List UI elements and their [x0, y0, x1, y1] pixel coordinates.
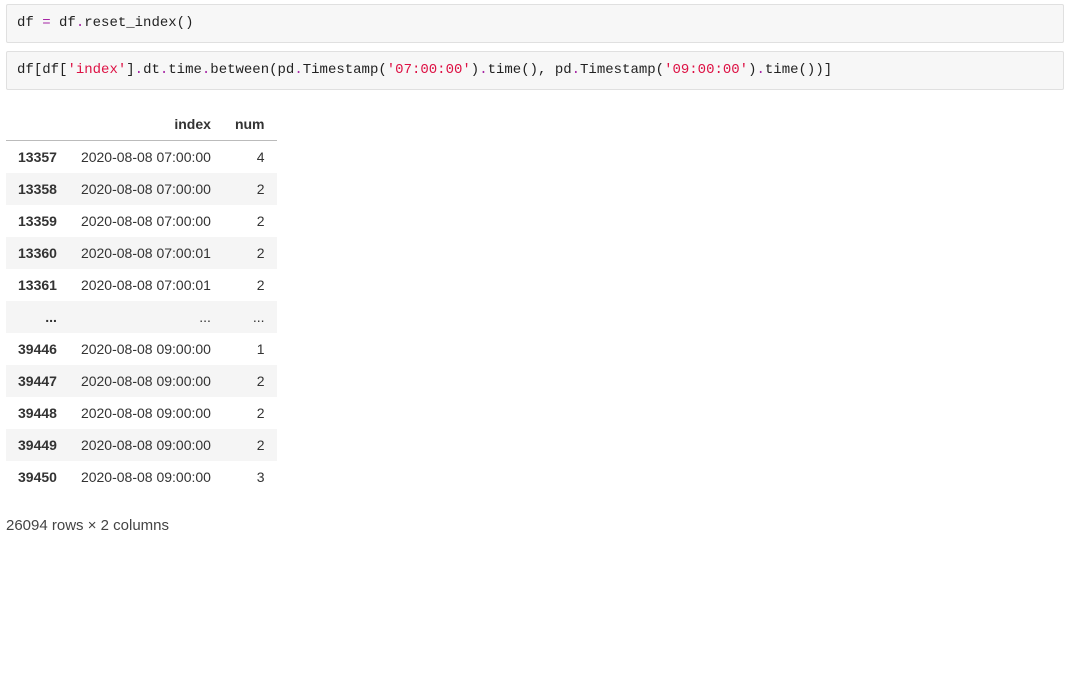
code-token: . — [572, 62, 580, 78]
cell-index: 2020-08-08 07:00:00 — [69, 173, 223, 205]
code-token: '07:00:00' — [387, 62, 471, 78]
cell-num: 2 — [223, 237, 277, 269]
code-token: 'index' — [67, 62, 126, 78]
row-index: 39450 — [6, 461, 69, 493]
cell-index: 2020-08-08 07:00:01 — [69, 269, 223, 301]
cell-index: 2020-08-08 07:00:00 — [69, 141, 223, 174]
code-token: ) — [815, 62, 823, 78]
table-row: 13358 2020-08-08 07:00:00 2 — [6, 173, 277, 205]
dataframe-shape-text: 26094 rows × 2 columns — [0, 503, 1070, 544]
code-token: time — [488, 62, 522, 78]
cell-index: 2020-08-08 09:00:00 — [69, 333, 223, 365]
code-token: between — [210, 62, 269, 78]
row-index: 39446 — [6, 333, 69, 365]
code-token: ( — [269, 62, 277, 78]
code-token: time — [168, 62, 202, 78]
code-token: . — [294, 62, 302, 78]
row-index: 39448 — [6, 397, 69, 429]
code-token: reset_index — [84, 15, 176, 31]
table-row: 13357 2020-08-08 07:00:00 4 — [6, 141, 277, 174]
code-token: df — [42, 62, 59, 78]
code-cell-2[interactable]: df[df['index'].dt.time.between(pd.Timest… — [6, 51, 1064, 90]
table-row: 39449 2020-08-08 09:00:00 2 — [6, 429, 277, 461]
code-token: ( — [799, 62, 807, 78]
row-index: 13358 — [6, 173, 69, 205]
code-token: df — [17, 15, 42, 31]
cell-index: 2020-08-08 07:00:00 — [69, 205, 223, 237]
dataframe-table: index num 13357 2020-08-08 07:00:00 4 13… — [6, 108, 277, 493]
code-token: df — [17, 62, 34, 78]
cell-index: 2020-08-08 09:00:00 — [69, 397, 223, 429]
code-token: , pd — [538, 62, 572, 78]
code-token: ( — [378, 62, 386, 78]
table-row: 39447 2020-08-08 09:00:00 2 — [6, 365, 277, 397]
table-header-blank — [6, 108, 69, 141]
code-token: df — [51, 15, 76, 31]
table-row-ellipsis: ... ... ... — [6, 301, 277, 333]
code-token: . — [135, 62, 143, 78]
table-row: 39446 2020-08-08 09:00:00 1 — [6, 333, 277, 365]
cell-num: 1 — [223, 333, 277, 365]
code-token: . — [76, 15, 84, 31]
code-token: ) — [530, 62, 538, 78]
cell-num: 4 — [223, 141, 277, 174]
code-token: . — [756, 62, 764, 78]
code-token: ( — [177, 15, 185, 31]
cell-index: 2020-08-08 07:00:01 — [69, 237, 223, 269]
cell-num: 2 — [223, 269, 277, 301]
code-token: . — [479, 62, 487, 78]
table-row: 13360 2020-08-08 07:00:01 2 — [6, 237, 277, 269]
cell-index: 2020-08-08 09:00:00 — [69, 461, 223, 493]
code-token: '09:00:00' — [664, 62, 748, 78]
table-row: 13359 2020-08-08 07:00:00 2 — [6, 205, 277, 237]
code-token: ] — [126, 62, 134, 78]
code-token: ] — [824, 62, 832, 78]
code-token: Timestamp — [303, 62, 379, 78]
code-token: ) — [471, 62, 479, 78]
code-token: = — [42, 15, 50, 31]
table-row: 13361 2020-08-08 07:00:01 2 — [6, 269, 277, 301]
cell-num: 2 — [223, 429, 277, 461]
row-index: 39447 — [6, 365, 69, 397]
cell-index: 2020-08-08 09:00:00 — [69, 429, 223, 461]
cell-index: 2020-08-08 09:00:00 — [69, 365, 223, 397]
table-header-index: index — [69, 108, 223, 141]
code-token: ( — [521, 62, 529, 78]
row-index: 13357 — [6, 141, 69, 174]
code-cell-1[interactable]: df = df.reset_index() — [6, 4, 1064, 43]
row-index: 13359 — [6, 205, 69, 237]
code-token: time — [765, 62, 799, 78]
cell-num: 2 — [223, 397, 277, 429]
cell-num: ... — [223, 301, 277, 333]
cell-index: ... — [69, 301, 223, 333]
cell-num: 3 — [223, 461, 277, 493]
code-token: dt — [143, 62, 160, 78]
cell-num: 2 — [223, 205, 277, 237]
code-token: [ — [34, 62, 42, 78]
code-token: pd — [278, 62, 295, 78]
code-token: Timestamp — [580, 62, 656, 78]
row-index: 13361 — [6, 269, 69, 301]
table-row: 39448 2020-08-08 09:00:00 2 — [6, 397, 277, 429]
row-index: 13360 — [6, 237, 69, 269]
output-area: index num 13357 2020-08-08 07:00:00 4 13… — [0, 98, 1070, 503]
table-header-num: num — [223, 108, 277, 141]
row-index: ... — [6, 301, 69, 333]
code-token: ( — [656, 62, 664, 78]
cell-num: 2 — [223, 173, 277, 205]
row-index: 39449 — [6, 429, 69, 461]
cell-num: 2 — [223, 365, 277, 397]
table-row: 39450 2020-08-08 09:00:00 3 — [6, 461, 277, 493]
code-token: ) — [185, 15, 193, 31]
